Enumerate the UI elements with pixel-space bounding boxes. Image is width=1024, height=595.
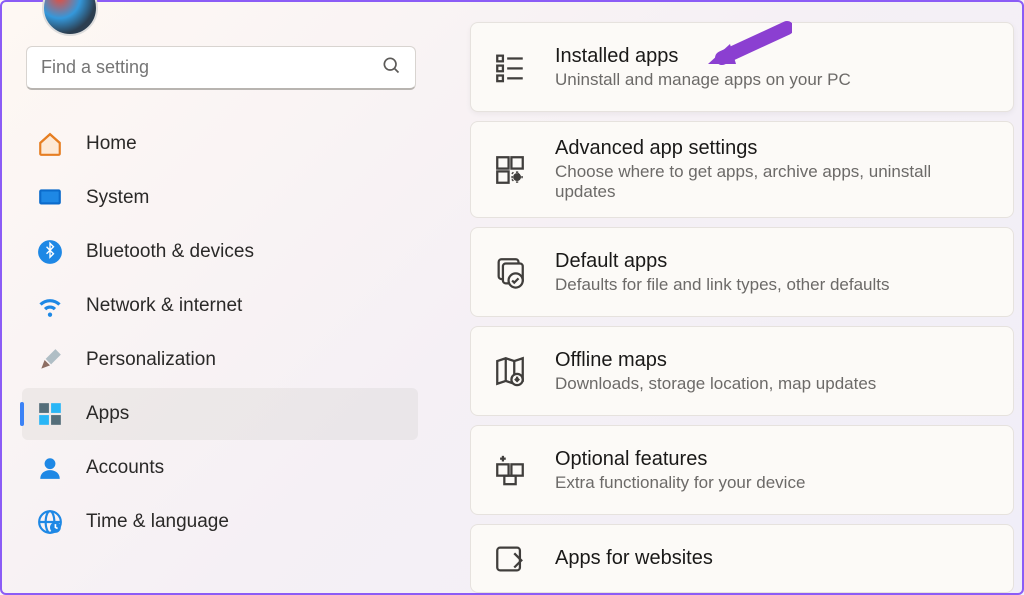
apps-for-websites-icon [493,542,527,576]
sidebar-item-network[interactable]: Network & internet [22,280,418,332]
advanced-settings-icon [493,153,527,187]
home-icon [36,130,64,158]
system-icon [36,184,64,212]
search-input-container[interactable] [26,46,416,90]
sidebar-item-bluetooth[interactable]: Bluetooth & devices [22,226,418,278]
sidebar-item-label: Bluetooth & devices [86,241,254,263]
card-title: Apps for websites [555,547,713,570]
wifi-icon [36,292,64,320]
bluetooth-icon [36,238,64,266]
optional-features-icon [493,453,527,487]
default-apps-icon [493,255,527,289]
search-icon [381,55,401,80]
sidebar-item-label: Personalization [86,349,216,371]
card-title: Offline maps [555,349,876,372]
card-title: Installed apps [555,45,851,68]
personalization-icon [36,346,64,374]
card-apps-for-websites[interactable]: Apps for websites [470,524,1014,593]
sidebar-item-label: Accounts [86,457,164,479]
sidebar-item-accounts[interactable]: Accounts [22,442,418,494]
card-subtitle: Defaults for file and link types, other … [555,275,890,295]
card-title: Optional features [555,448,805,471]
sidebar-item-label: Home [86,133,137,155]
sidebar-item-apps[interactable]: Apps [22,388,418,440]
sidebar-item-label: Apps [86,403,129,425]
sidebar-item-label: Time & language [86,511,229,533]
card-offline-maps[interactable]: Offline maps Downloads, storage location… [470,326,1014,416]
sidebar-item-label: System [86,187,149,209]
time-language-icon [36,508,64,536]
card-installed-apps[interactable]: Installed apps Uninstall and manage apps… [470,22,1014,112]
sidebar-item-system[interactable]: System [22,172,418,224]
sidebar-nav: Home System Bluetooth & devices Network … [22,118,418,548]
search-input[interactable] [41,57,381,78]
card-advanced-app-settings[interactable]: Advanced app settings Choose where to ge… [470,121,1014,218]
user-avatar[interactable] [42,0,98,36]
card-title: Default apps [555,250,890,273]
installed-apps-icon [493,50,527,84]
card-subtitle: Uninstall and manage apps on your PC [555,70,851,90]
accounts-icon [36,454,64,482]
offline-maps-icon [493,354,527,388]
sidebar-item-label: Network & internet [86,295,242,317]
apps-icon [36,400,64,428]
sidebar-item-personalization[interactable]: Personalization [22,334,418,386]
card-optional-features[interactable]: Optional features Extra functionality fo… [470,425,1014,515]
sidebar-item-time-language[interactable]: Time & language [22,496,418,548]
card-subtitle: Downloads, storage location, map updates [555,374,876,394]
card-title: Advanced app settings [555,137,995,160]
sidebar-item-home[interactable]: Home [22,118,418,170]
card-default-apps[interactable]: Default apps Defaults for file and link … [470,227,1014,317]
card-subtitle: Choose where to get apps, archive apps, … [555,162,995,202]
card-subtitle: Extra functionality for your device [555,473,805,493]
